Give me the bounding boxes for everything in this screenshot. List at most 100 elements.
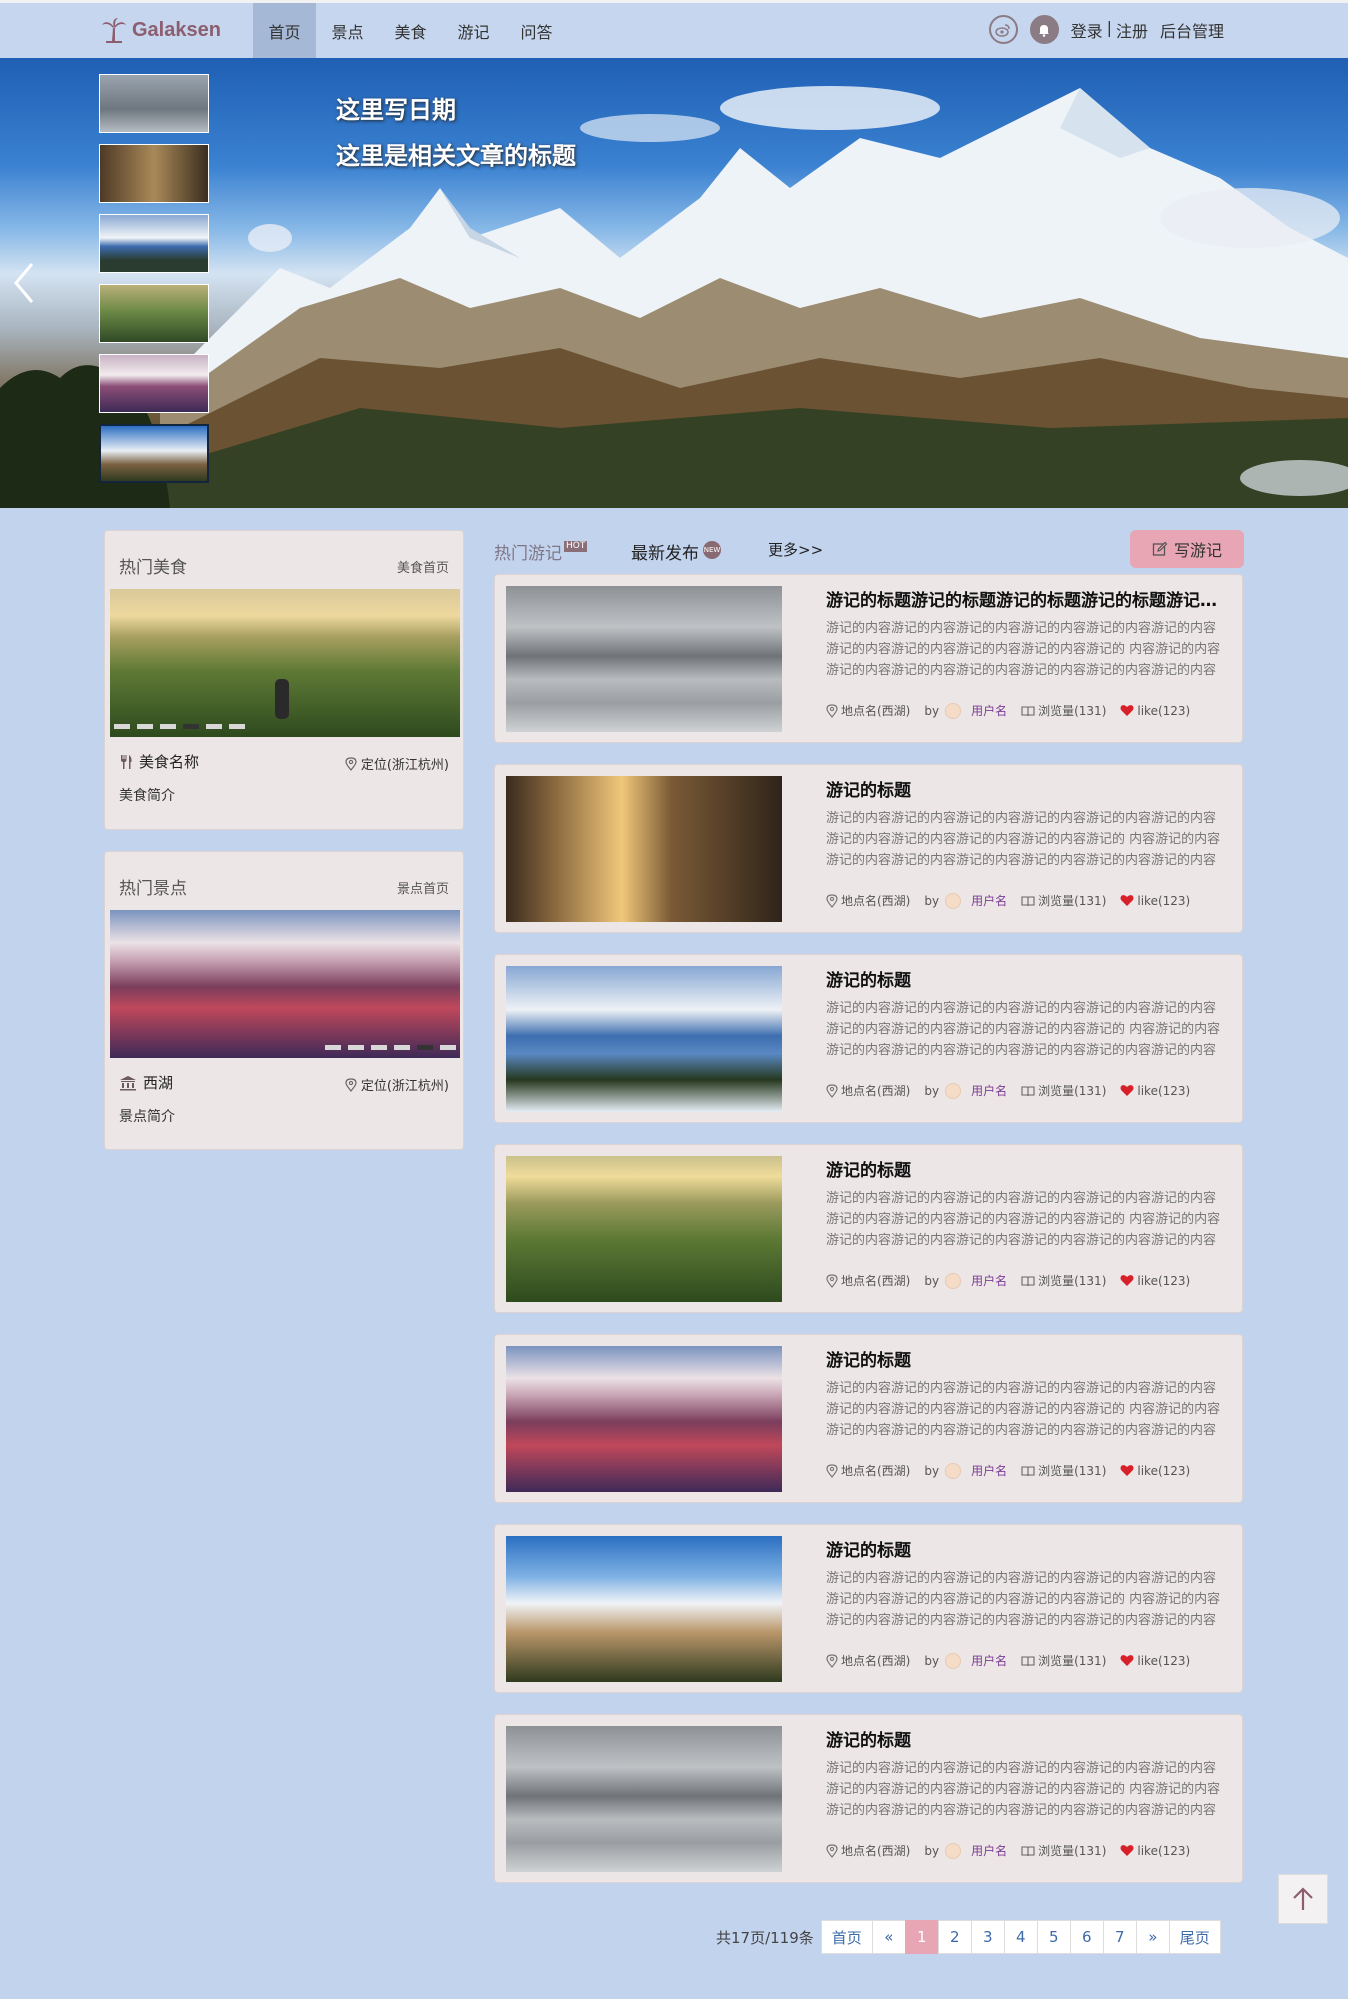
spot-image[interactable] <box>110 910 460 1058</box>
carousel-dot[interactable] <box>206 724 222 729</box>
hero-thumb-selected[interactable] <box>99 424 209 483</box>
post-card[interactable]: 游记的标题 游记的内容游记的内容游记的内容游记的内容游记的内容游记的内容游记的内容… <box>494 1144 1243 1313</box>
page-last-button[interactable]: 尾页 <box>1168 1920 1221 1954</box>
post-title[interactable]: 游记的标题 <box>826 1156 1226 1181</box>
carousel-dot[interactable] <box>440 1045 456 1050</box>
post-user[interactable]: 用户名 <box>971 1652 1007 1669</box>
nav-item-qa[interactable]: 问答 <box>505 3 568 58</box>
avatar[interactable] <box>945 1652 962 1669</box>
post-user[interactable]: 用户名 <box>971 1842 1007 1859</box>
nav-item-food[interactable]: 美食 <box>379 3 442 58</box>
nav-item-home[interactable]: 首页 <box>253 3 316 58</box>
carousel-dot[interactable] <box>325 1045 341 1050</box>
carousel-dot[interactable] <box>371 1045 387 1050</box>
spot-name[interactable]: 西湖 <box>143 1072 173 1093</box>
bell-icon[interactable] <box>1029 15 1059 44</box>
post-image[interactable] <box>506 1156 782 1302</box>
page-button[interactable]: 6 <box>1069 1920 1104 1954</box>
post-image[interactable] <box>506 1346 782 1492</box>
post-image[interactable] <box>506 776 782 922</box>
spot-home-link[interactable]: 景点首页 <box>397 878 449 897</box>
post-user[interactable]: 用户名 <box>971 702 1007 719</box>
carousel-dot[interactable] <box>137 724 153 729</box>
carousel-dot[interactable] <box>114 724 130 729</box>
page-button[interactable]: 7 <box>1102 1920 1137 1954</box>
weibo-icon[interactable] <box>988 15 1018 44</box>
avatar[interactable] <box>945 1842 962 1859</box>
post-place[interactable]: 地点名(西湖) <box>826 1462 910 1479</box>
hero-thumb[interactable] <box>99 354 209 413</box>
write-travelogue-button[interactable]: 写游记 <box>1130 530 1244 568</box>
register-link[interactable]: 注册 <box>1116 18 1148 42</box>
post-card[interactable]: 游记的标题 游记的内容游记的内容游记的内容游记的内容游记的内容游记的内容游记的内容… <box>494 1714 1243 1883</box>
food-home-link[interactable]: 美食首页 <box>397 557 449 576</box>
carousel-dot[interactable] <box>394 1045 410 1050</box>
back-to-top-button[interactable] <box>1278 1874 1328 1924</box>
hero-thumb[interactable] <box>99 74 209 133</box>
page-first-button[interactable]: 首页 <box>820 1920 873 1954</box>
post-likes[interactable]: like(123) <box>1120 1654 1190 1668</box>
post-likes[interactable]: like(123) <box>1120 1844 1190 1858</box>
page-button-current[interactable]: 1 <box>904 1920 939 1954</box>
carousel-dot[interactable] <box>417 1045 433 1050</box>
post-card[interactable]: 游记的标题 游记的内容游记的内容游记的内容游记的内容游记的内容游记的内容游记的内容… <box>494 954 1243 1123</box>
post-likes[interactable]: like(123) <box>1120 1084 1190 1098</box>
avatar[interactable] <box>945 1082 962 1099</box>
post-place[interactable]: 地点名(西湖) <box>826 892 910 909</box>
page-prev-button[interactable]: « <box>871 1920 906 1954</box>
page-next-button[interactable]: » <box>1135 1920 1170 1954</box>
carousel-dot[interactable] <box>183 724 199 729</box>
page-button[interactable]: 2 <box>937 1920 972 1954</box>
chevron-left-icon[interactable] <box>10 258 40 308</box>
post-place[interactable]: 地点名(西湖) <box>826 1652 910 1669</box>
post-place[interactable]: 地点名(西湖) <box>826 1082 910 1099</box>
post-likes[interactable]: like(123) <box>1120 1274 1190 1288</box>
more-link[interactable]: 更多>> <box>768 539 823 560</box>
post-likes[interactable]: like(123) <box>1120 1464 1190 1478</box>
hero-title[interactable]: 这里是相关文章的标题 <box>336 136 576 171</box>
hero-thumb[interactable] <box>99 144 209 203</box>
tab-latest[interactable]: 最新发布 NEW <box>631 539 721 564</box>
post-card[interactable]: 游记的标题 游记的内容游记的内容游记的内容游记的内容游记的内容游记的内容游记的内容… <box>494 1334 1243 1503</box>
post-place[interactable]: 地点名(西湖) <box>826 702 910 719</box>
hero-carousel[interactable]: 这里写日期 这里是相关文章的标题 <box>0 58 1348 508</box>
carousel-dot[interactable] <box>229 724 245 729</box>
post-place[interactable]: 地点名(西湖) <box>826 1842 910 1859</box>
post-title[interactable]: 游记的标题 <box>826 776 1226 801</box>
post-place[interactable]: 地点名(西湖) <box>826 1272 910 1289</box>
avatar[interactable] <box>945 1462 962 1479</box>
post-user[interactable]: 用户名 <box>971 1082 1007 1099</box>
post-likes[interactable]: like(123) <box>1120 704 1190 718</box>
food-image[interactable] <box>110 589 460 737</box>
post-likes[interactable]: like(123) <box>1120 894 1190 908</box>
nav-item-travelogue[interactable]: 游记 <box>442 3 505 58</box>
post-image[interactable] <box>506 1726 782 1872</box>
post-title[interactable]: 游记的标题 <box>826 1346 1226 1371</box>
admin-link[interactable]: 后台管理 <box>1160 18 1224 42</box>
login-link[interactable]: 登录 <box>1071 18 1103 42</box>
post-user[interactable]: 用户名 <box>971 1272 1007 1289</box>
post-image[interactable] <box>506 1536 782 1682</box>
post-card[interactable]: 游记的标题 游记的内容游记的内容游记的内容游记的内容游记的内容游记的内容游记的内容… <box>494 1524 1243 1693</box>
post-user[interactable]: 用户名 <box>971 892 1007 909</box>
food-name[interactable]: 美食名称 <box>139 751 199 772</box>
post-title[interactable]: 游记的标题 <box>826 966 1226 991</box>
page-button[interactable]: 3 <box>970 1920 1005 1954</box>
hero-thumb[interactable] <box>99 214 209 273</box>
avatar[interactable] <box>945 1272 962 1289</box>
post-title[interactable]: 游记的标题 <box>826 1536 1226 1561</box>
post-image[interactable] <box>506 586 782 732</box>
carousel-dot[interactable] <box>348 1045 364 1050</box>
post-title[interactable]: 游记的标题 <box>826 1726 1226 1751</box>
hero-thumb[interactable] <box>99 284 209 343</box>
brand-logo[interactable]: Galaksen <box>100 17 221 43</box>
avatar[interactable] <box>945 892 962 909</box>
post-user[interactable]: 用户名 <box>971 1462 1007 1479</box>
post-card[interactable]: 游记的标题游记的标题游记的标题游记的标题游记的标题 游记的内容游记的内容游记的内容… <box>494 574 1243 743</box>
nav-item-spots[interactable]: 景点 <box>316 3 379 58</box>
avatar[interactable] <box>945 702 962 719</box>
carousel-dot[interactable] <box>160 724 176 729</box>
post-image[interactable] <box>506 966 782 1112</box>
post-title[interactable]: 游记的标题游记的标题游记的标题游记的标题游记的标题 <box>826 586 1226 611</box>
page-button[interactable]: 5 <box>1036 1920 1071 1954</box>
